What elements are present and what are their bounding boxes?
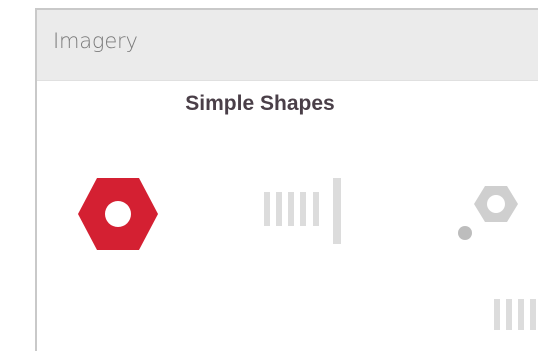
section-heading: Simple Shapes <box>185 92 335 115</box>
panel-title: Imagery <box>53 29 138 53</box>
bar-scale-icon[interactable] <box>492 295 538 335</box>
page: Imagery Simple Shapes <box>0 0 538 351</box>
dot-hexagon-icon[interactable] <box>454 182 524 244</box>
hexagon-nut-icon[interactable] <box>76 176 160 252</box>
bar-scale-icon[interactable] <box>262 178 344 244</box>
panel-header: Imagery <box>37 10 538 81</box>
